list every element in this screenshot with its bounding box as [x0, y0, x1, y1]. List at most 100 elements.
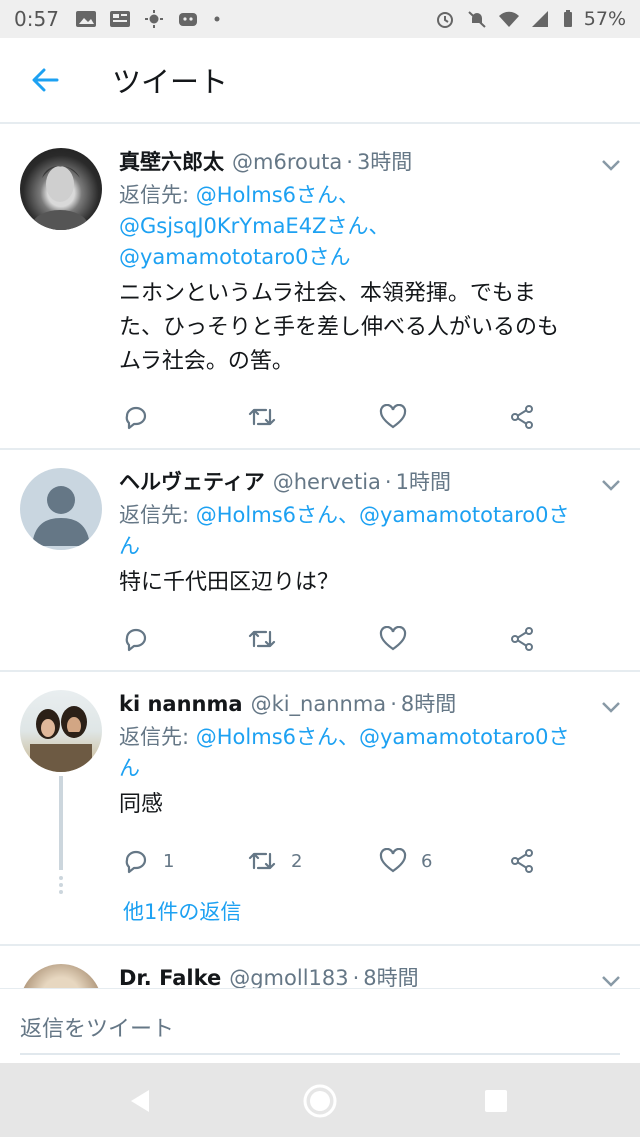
tweet[interactable]: ki nannma @ki_nannma · 8時間 返信先: @Holms6さ… — [0, 672, 640, 946]
status-bar: 0:57 57% — [0, 0, 640, 38]
tweet-text-line: た、ひっそりと手を差し伸べる人がいるのも — [119, 315, 560, 340]
timestamp[interactable]: 3時間 — [357, 146, 412, 176]
reply-button[interactable] — [123, 404, 149, 430]
retweet-icon — [248, 630, 276, 648]
reply-icon — [125, 406, 147, 430]
share-icon — [511, 627, 533, 651]
reply-button[interactable] — [123, 626, 149, 652]
timestamp[interactable]: 8時間 — [401, 688, 456, 718]
reply-to-label: 返信先: — [119, 183, 196, 207]
default-avatar-icon — [32, 486, 90, 546]
share-icon — [511, 405, 533, 429]
signal-icon — [531, 11, 548, 27]
reply-icon — [125, 628, 147, 652]
timestamp[interactable]: 8時間 — [363, 962, 418, 988]
tweet-actions: 1 2 6 — [119, 848, 599, 878]
thread-line — [59, 776, 63, 870]
retweet-button[interactable]: 2 — [247, 848, 302, 874]
display-name[interactable]: ki nannma — [119, 692, 243, 716]
tweet-header: Dr. Falke @gmoll183 · 8時間 — [119, 962, 620, 988]
retweet-button[interactable] — [247, 404, 277, 430]
heart-icon — [379, 626, 407, 651]
tweet-header: ヘルヴェティア @hervetia · 1時間 — [119, 466, 620, 496]
mention-link[interactable]: ん — [119, 756, 140, 780]
like-count: 6 — [421, 850, 433, 872]
retweet-count: 2 — [291, 850, 303, 872]
like-button[interactable] — [379, 404, 407, 430]
username[interactable]: @gmoll183 — [229, 966, 348, 988]
heart-icon — [379, 404, 407, 429]
wifi-icon — [498, 11, 519, 27]
tweet-text-line: 同感 — [119, 792, 164, 817]
reply-button[interactable]: 1 — [123, 848, 174, 874]
display-name[interactable]: ヘルヴェティア — [119, 466, 265, 496]
reply-input[interactable]: 返信をツイート — [20, 1011, 620, 1055]
separator: · — [390, 692, 397, 716]
avatar[interactable] — [20, 148, 102, 230]
reply-to-label: 返信先: — [119, 725, 196, 749]
news-icon — [109, 11, 130, 27]
alarm-icon — [436, 12, 453, 28]
share-button[interactable] — [509, 404, 535, 430]
chevron-down-icon[interactable] — [600, 478, 622, 492]
reply-count: 1 — [163, 850, 175, 872]
share-button[interactable] — [509, 848, 535, 874]
tweet-header: 真壁六郎太 @m6routa · 3時間 — [119, 146, 620, 176]
like-button[interactable] — [379, 626, 407, 652]
separator: · — [352, 966, 360, 988]
triangle-back-icon — [131, 1090, 149, 1112]
reply-to: 返信先: @Holms6さん、 @GsjsqJ0KrYmaE4Zさん、 @yam… — [119, 180, 620, 273]
mention-link[interactable]: @Holms6さん、@yamamototaro0さ — [196, 503, 570, 527]
separator: · — [384, 470, 392, 494]
more-replies-link[interactable]: 他1件の返信 — [123, 896, 241, 926]
back-arrow-icon — [32, 68, 59, 92]
tweet-text-line: 特に千代田区辺りは？ — [119, 570, 340, 595]
display-name[interactable]: 真壁六郎太 — [119, 146, 224, 176]
image-icon — [75, 11, 96, 27]
retweet-icon — [248, 852, 276, 870]
tweet[interactable]: Dr. Falke @gmoll183 · 8時間 — [0, 946, 640, 988]
mention-link[interactable]: @Holms6さん、@yamamototaro0さ — [196, 725, 570, 749]
mention-link[interactable]: @yamamototaro0さん — [119, 245, 351, 269]
tweet-header: ki nannma @ki_nannma · 8時間 — [119, 688, 620, 718]
status-time: 0:57 — [14, 7, 59, 31]
avatar[interactable] — [20, 690, 102, 772]
display-name[interactable]: Dr. Falke — [119, 966, 221, 988]
like-button[interactable]: 6 — [379, 848, 432, 874]
retweet-button[interactable] — [247, 626, 277, 652]
battery-level: 57% — [583, 8, 626, 30]
reply-icon — [125, 850, 147, 874]
chevron-down-icon[interactable] — [600, 974, 622, 988]
tweet[interactable]: 真壁六郎太 @m6routa · 3時間 返信先: @Holms6さん、 @Gs… — [0, 126, 640, 450]
avatar[interactable] — [20, 468, 102, 550]
nav-back-button[interactable] — [120, 1081, 160, 1121]
timestamp[interactable]: 1時間 — [396, 466, 451, 496]
page-title: ツイート — [112, 65, 229, 99]
reply-to: 返信先: @Holms6さん、@yamamototaro0さ ん — [119, 500, 620, 562]
nav-recents-button[interactable] — [476, 1081, 516, 1121]
avatar[interactable] — [20, 964, 102, 988]
tweet-actions — [119, 404, 599, 434]
system-nav-bar — [0, 1063, 640, 1137]
thread-dots — [58, 876, 64, 897]
share-button[interactable] — [509, 626, 535, 652]
heart-icon — [379, 848, 407, 873]
mention-link[interactable]: @GsjsqJ0KrYmaE4Zさん、 — [119, 214, 389, 238]
tweet-actions — [119, 626, 599, 656]
chevron-down-icon[interactable] — [600, 700, 622, 714]
back-button[interactable] — [0, 37, 90, 123]
square-recents-icon — [485, 1090, 507, 1112]
tweet[interactable]: ヘルヴェティア @hervetia · 1時間 返信先: @Holms6さん、@… — [0, 450, 640, 672]
tweet-text-line: ムラ社会。の筈。 — [119, 349, 294, 374]
nav-home-button[interactable] — [300, 1081, 340, 1121]
separator: · — [346, 150, 353, 174]
reply-to: 返信先: @Holms6さん、@yamamototaro0さ ん — [119, 722, 620, 784]
reply-feed[interactable]: 真壁六郎太 @m6routa · 3時間 返信先: @Holms6さん、 @Gs… — [0, 126, 640, 988]
chevron-down-icon[interactable] — [600, 158, 622, 172]
mention-link[interactable]: ん — [119, 534, 140, 558]
photo-couple-icon — [30, 706, 92, 772]
username[interactable]: @ki_nannma — [251, 692, 387, 716]
username[interactable]: @m6routa — [232, 150, 342, 174]
mention-link[interactable]: @Holms6さん、 — [196, 183, 359, 207]
username[interactable]: @hervetia — [273, 470, 381, 494]
